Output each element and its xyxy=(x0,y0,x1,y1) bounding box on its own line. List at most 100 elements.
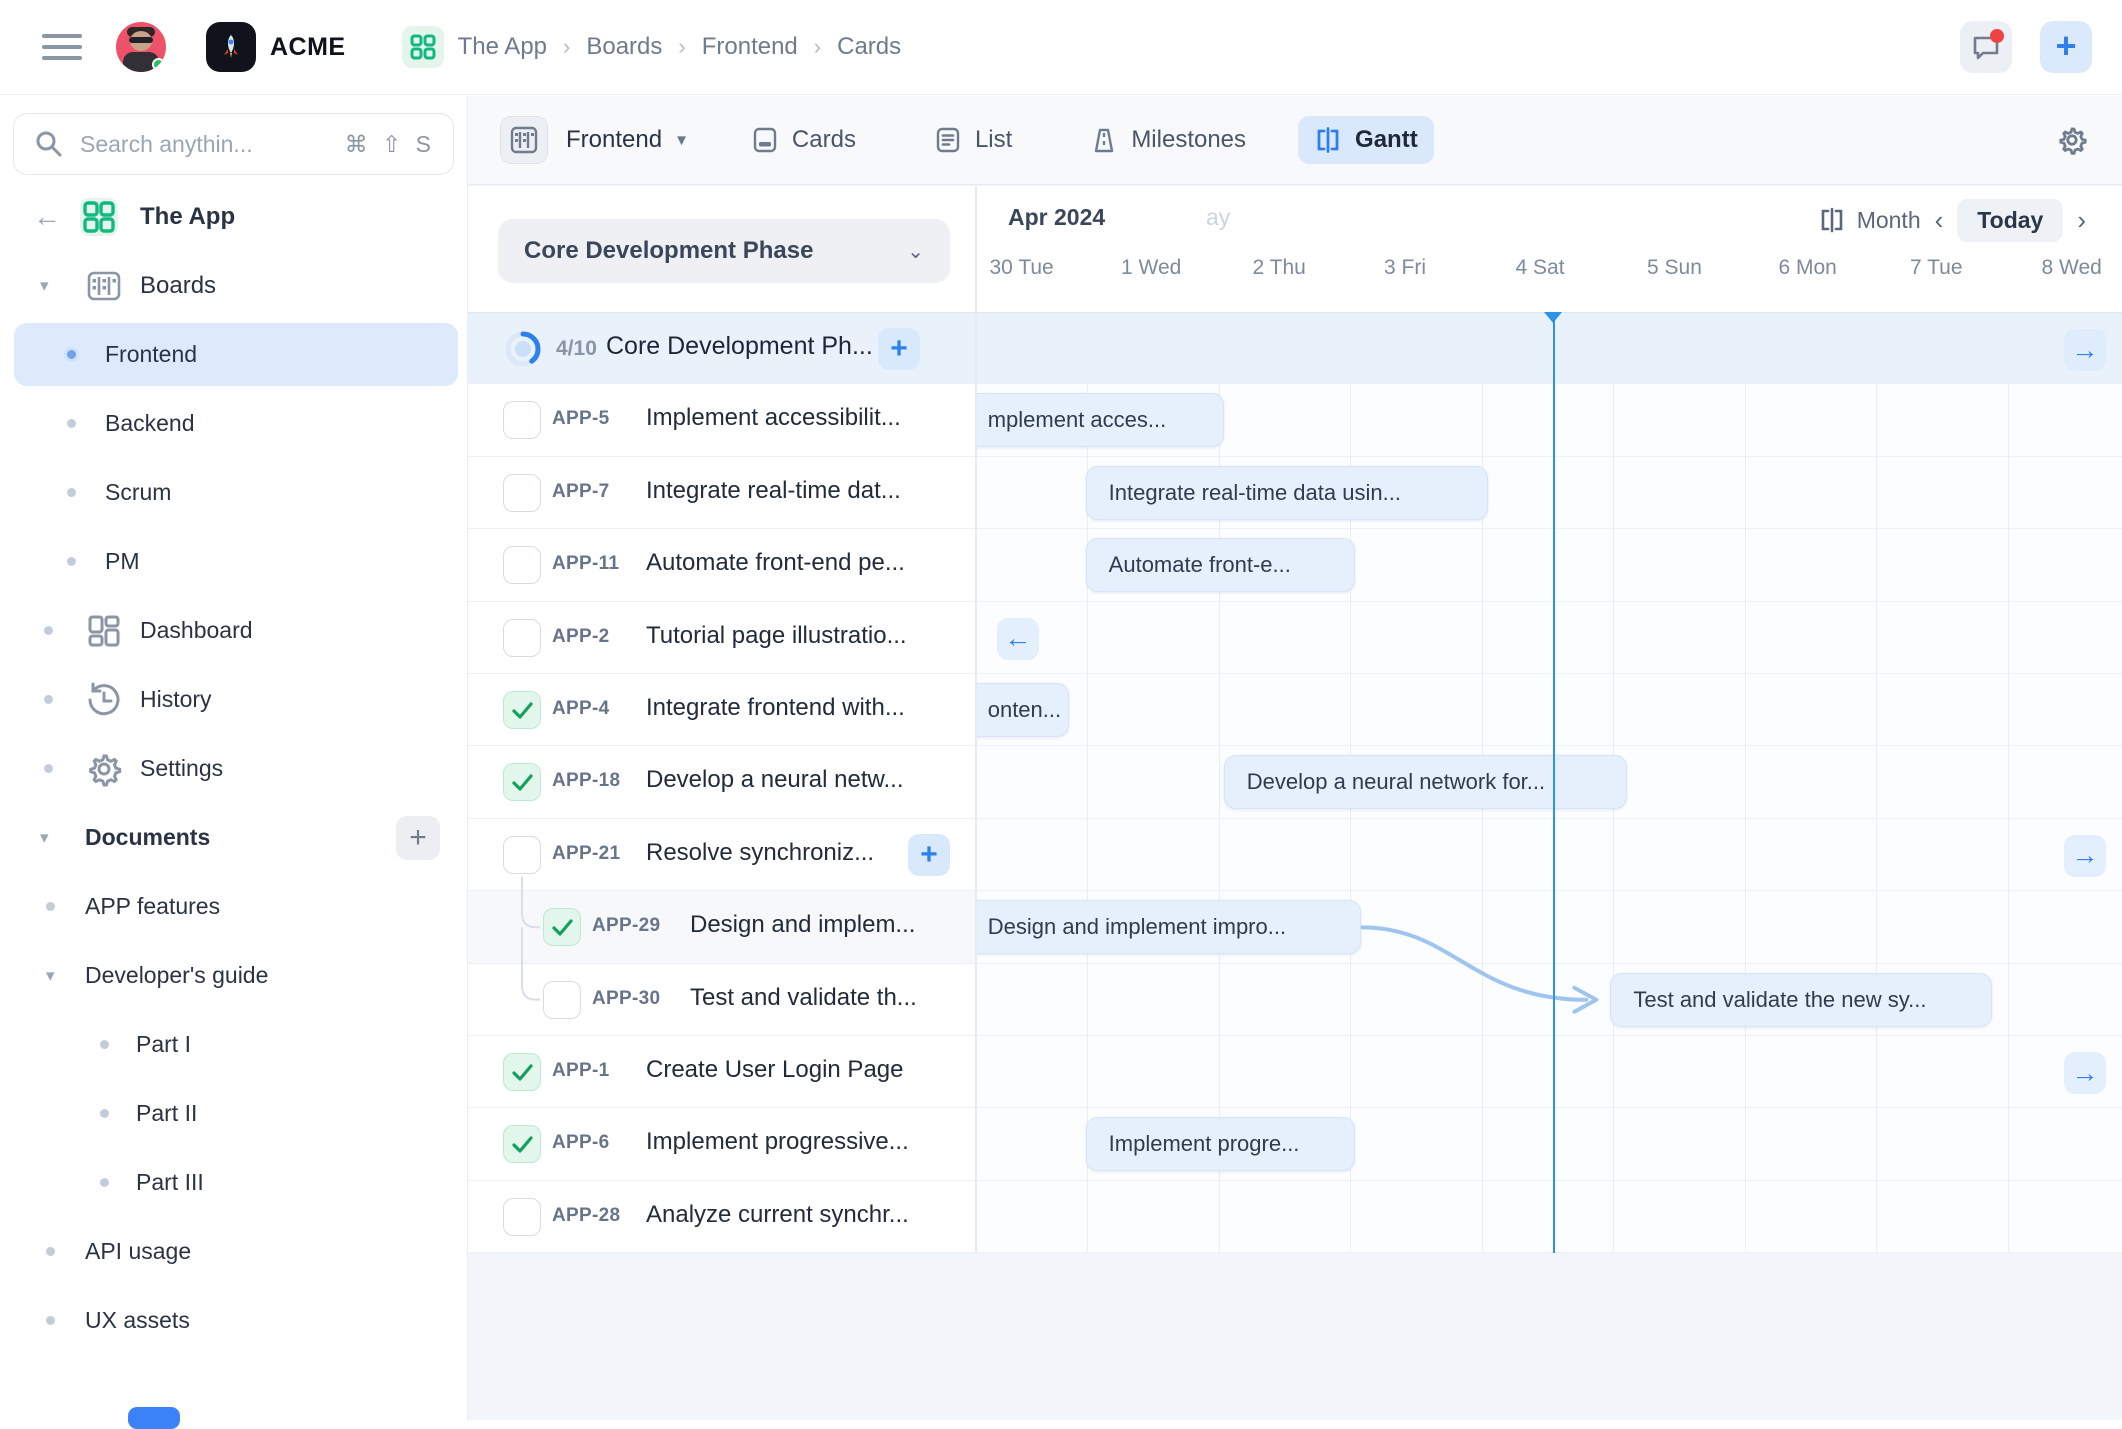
gantt-bar-APP-18[interactable]: Develop a neural network for... xyxy=(1224,755,1628,809)
task-title[interactable]: Analyze current synchr... xyxy=(646,1201,909,1229)
view-settings-gear-icon[interactable] xyxy=(2056,124,2088,156)
scroll-to-bar-right-icon[interactable]: → xyxy=(2064,329,2106,371)
breadcrumb-item-frontend[interactable]: Frontend xyxy=(702,33,798,61)
board-view-icon-button[interactable] xyxy=(500,116,548,164)
breadcrumb-item-the-app[interactable]: The App xyxy=(458,33,547,61)
task-row[interactable]: APP-6Implement progressive... xyxy=(468,1108,975,1180)
task-row[interactable]: APP-28Analyze current synchr... xyxy=(468,1181,975,1253)
task-checkbox[interactable] xyxy=(503,401,541,439)
sidebar-item-the-app[interactable]: ←The App xyxy=(0,182,468,251)
tab-cards[interactable]: Cards xyxy=(735,116,872,164)
task-title[interactable]: Integrate frontend with... xyxy=(646,694,905,722)
task-checkbox[interactable] xyxy=(503,546,541,584)
add-task-button[interactable]: + xyxy=(878,328,920,370)
tab-list[interactable]: List xyxy=(918,116,1028,164)
user-avatar[interactable] xyxy=(116,22,166,72)
task-checkbox[interactable] xyxy=(503,474,541,512)
task-checkbox[interactable] xyxy=(543,981,581,1019)
sidebar-item-api-usage[interactable]: API usage xyxy=(0,1217,468,1286)
task-row[interactable]: APP-1Create User Login Page xyxy=(468,1036,975,1108)
breadcrumb-item-boards[interactable]: Boards xyxy=(586,33,662,61)
task-checkbox[interactable] xyxy=(503,1053,541,1091)
tab-gantt[interactable]: Gantt xyxy=(1298,116,1434,164)
scale-month-button[interactable]: Month xyxy=(1819,207,1921,234)
sidebar-item-backend[interactable]: Backend xyxy=(0,389,468,458)
caret-down-icon[interactable]: ▾ xyxy=(40,276,49,296)
caret-down-icon[interactable]: ▾ xyxy=(46,966,55,986)
create-new-button[interactable]: + xyxy=(2040,21,2092,73)
task-row[interactable]: APP-4Integrate frontend with... xyxy=(468,674,975,746)
task-title[interactable]: Develop a neural netw... xyxy=(646,766,904,794)
today-button[interactable]: Today xyxy=(1957,199,2063,242)
sidebar-item-settings[interactable]: Settings xyxy=(0,734,468,803)
gantt-bar-APP-30[interactable]: Test and validate the new sy... xyxy=(1610,973,1991,1027)
task-title[interactable]: Tutorial page illustratio... xyxy=(646,622,907,650)
tab-milestones[interactable]: Milestones xyxy=(1074,116,1262,164)
task-title[interactable]: Design and implem... xyxy=(690,911,915,939)
task-title[interactable]: Integrate real-time dat... xyxy=(646,477,901,505)
gantt-bar-APP-5[interactable]: mplement acces... xyxy=(977,393,1224,447)
sidebar-item-part-iii[interactable]: Part III xyxy=(0,1148,468,1217)
task-checkbox[interactable] xyxy=(503,1198,541,1236)
sidebar-item-app-features[interactable]: APP features xyxy=(0,872,468,941)
sidebar-item-pm[interactable]: PM xyxy=(0,527,468,596)
scroll-to-bar-right-icon[interactable]: → xyxy=(2064,1052,2106,1094)
task-title[interactable]: Test and validate th... xyxy=(690,984,917,1012)
sidebar-item-scrum[interactable]: Scrum xyxy=(0,458,468,527)
sidebar-item-label: Scrum xyxy=(105,479,171,506)
hamburger-menu-icon[interactable] xyxy=(42,27,82,67)
task-title[interactable]: Implement progressive... xyxy=(646,1128,909,1156)
task-title[interactable]: Resolve synchroniz... xyxy=(646,839,874,867)
search-input[interactable]: Search anythin... ⌘ ⇧ S xyxy=(13,113,454,175)
sidebar-item-history[interactable]: History xyxy=(0,665,468,734)
sidebar-item-boards[interactable]: ▾Boards xyxy=(0,251,468,320)
sidebar-item-ux-assets[interactable]: UX assets xyxy=(0,1286,468,1355)
gantt-bar-APP-29[interactable]: Design and implement impro... xyxy=(977,900,1361,954)
gantt-bar-APP-4[interactable]: onten... xyxy=(977,683,1069,737)
sidebar-item-frontend[interactable]: Frontend xyxy=(0,320,468,389)
task-title[interactable]: Create User Login Page xyxy=(646,1056,903,1084)
gantt-bar-APP-7[interactable]: Integrate real-time data usin... xyxy=(1086,466,1488,520)
task-title[interactable]: Automate front-end pe... xyxy=(646,549,905,577)
task-row[interactable]: APP-29Design and implem... xyxy=(468,891,975,963)
task-checkbox[interactable] xyxy=(503,691,541,729)
sidebar-item-part-i[interactable]: Part I xyxy=(0,1010,468,1079)
task-checkbox[interactable] xyxy=(503,1125,541,1163)
scroll-to-bar-left-icon[interactable]: ← xyxy=(997,618,1039,660)
caret-down-icon[interactable]: ▾ xyxy=(40,828,49,848)
task-row[interactable]: APP-18Develop a neural netw... xyxy=(468,746,975,818)
bullet-dot xyxy=(44,764,53,773)
group-select-dropdown[interactable]: Core Development Phase ⌄ xyxy=(498,219,950,283)
chat-button[interactable] xyxy=(1960,21,2012,73)
group-header-row[interactable]: 4/10Core Development Ph...+ xyxy=(468,312,975,384)
prev-period-button[interactable]: ‹ xyxy=(1921,205,1958,236)
app-grid-icon[interactable] xyxy=(402,26,444,68)
workspace-logo[interactable] xyxy=(206,22,256,72)
next-period-button[interactable]: › xyxy=(2063,205,2100,236)
add-subtask-button[interactable]: + xyxy=(908,834,950,876)
task-checkbox[interactable] xyxy=(543,908,581,946)
task-checkbox[interactable] xyxy=(503,836,541,874)
sidebar-scroll-thumb[interactable] xyxy=(128,1407,180,1429)
sidebar-item-part-ii[interactable]: Part II xyxy=(0,1079,468,1148)
current-view-name[interactable]: Frontend xyxy=(566,126,662,154)
add-document-button[interactable]: + xyxy=(396,816,440,860)
scroll-to-bar-right-icon[interactable]: → xyxy=(2064,835,2106,877)
task-row[interactable]: APP-2Tutorial page illustratio... xyxy=(468,602,975,674)
breadcrumb-item-cards[interactable]: Cards xyxy=(837,33,901,61)
sidebar-item-dashboard[interactable]: Dashboard xyxy=(0,596,468,665)
gantt-bar-APP-6[interactable]: Implement progre... xyxy=(1086,1117,1356,1171)
task-row[interactable]: APP-30Test and validate th... xyxy=(468,964,975,1036)
task-row[interactable]: APP-21Resolve synchroniz...+ xyxy=(468,819,975,891)
task-row[interactable]: APP-11Automate front-end pe... xyxy=(468,529,975,601)
task-row[interactable]: APP-5Implement accessibilit... xyxy=(468,384,975,456)
view-dropdown-caret[interactable]: ▼ xyxy=(674,132,689,149)
back-arrow-icon[interactable]: ← xyxy=(33,201,61,233)
task-row[interactable]: APP-7Integrate real-time dat... xyxy=(468,457,975,529)
sidebar-item-documents[interactable]: ▾Documents+ xyxy=(0,803,468,872)
gantt-bar-APP-11[interactable]: Automate front-e... xyxy=(1086,538,1356,592)
task-checkbox[interactable] xyxy=(503,619,541,657)
sidebar-item-developer-s-guide[interactable]: ▾Developer's guide xyxy=(0,941,468,1010)
task-title[interactable]: Implement accessibilit... xyxy=(646,404,901,432)
task-checkbox[interactable] xyxy=(503,763,541,801)
